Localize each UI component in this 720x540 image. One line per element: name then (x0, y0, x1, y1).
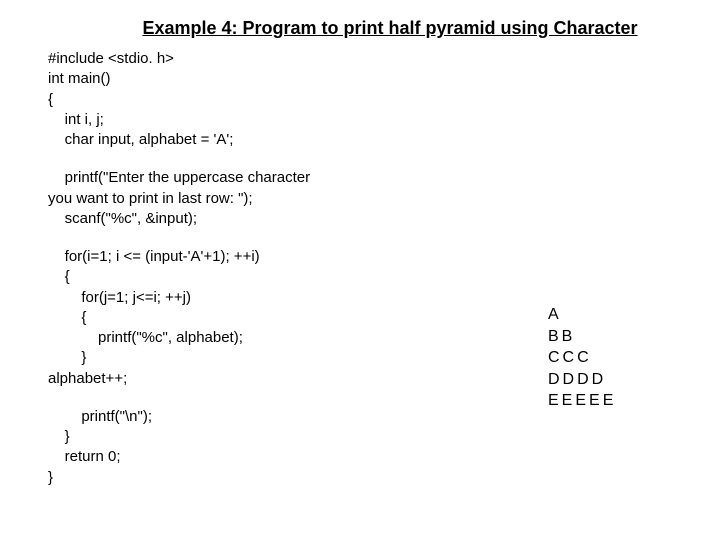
output-line: BB (548, 326, 616, 348)
code-line: { (48, 267, 468, 287)
code-line: int i, j; (48, 110, 468, 130)
code-line: alphabet++; (48, 369, 468, 389)
blank-line (48, 389, 468, 407)
code-line: int main() (48, 69, 468, 89)
code-line: #include <stdio. h> (48, 49, 468, 69)
output-line: EEEEE (548, 390, 616, 412)
code-line: you want to print in last row: "); (48, 189, 468, 209)
code-block: #include <stdio. h> int main() { int i, … (48, 49, 468, 488)
output-block: A BB CCC DDDD EEEEE (468, 49, 616, 488)
content-area: #include <stdio. h> int main() { int i, … (0, 49, 720, 488)
code-line: return 0; (48, 447, 468, 467)
example-title: Example 4: Program to print half pyramid… (0, 0, 720, 49)
blank-line (48, 150, 468, 168)
output-line: CCC (548, 347, 616, 369)
code-line: } (48, 468, 468, 488)
code-line: for(i=1; i <= (input-'A'+1); ++i) (48, 247, 468, 267)
code-line: char input, alphabet = 'A'; (48, 130, 468, 150)
code-line: } (48, 427, 468, 447)
code-line: } (48, 348, 468, 368)
code-line: { (48, 308, 468, 328)
code-line: scanf("%c", &input); (48, 209, 468, 229)
code-line: { (48, 90, 468, 110)
output-line: DDDD (548, 369, 616, 391)
code-line: for(j=1; j<=i; ++j) (48, 288, 468, 308)
blank-line (48, 229, 468, 247)
code-line: printf("Enter the uppercase character (48, 168, 468, 188)
code-line: printf("%c", alphabet); (48, 328, 468, 348)
code-line: printf("\n"); (48, 407, 468, 427)
output-line: A (548, 304, 616, 326)
